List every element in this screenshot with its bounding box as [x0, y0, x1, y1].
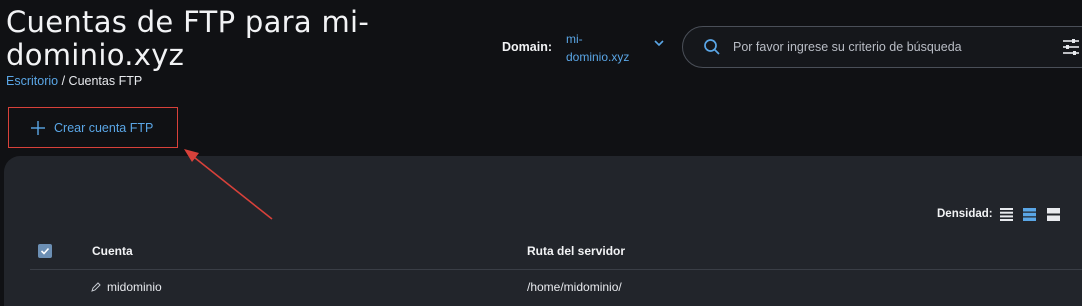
account-name: midominio	[107, 280, 162, 294]
table-divider	[30, 269, 1082, 270]
domain-label: Domain:	[502, 40, 552, 54]
breadcrumb: Escritorio / Cuentas FTP	[6, 74, 142, 88]
breadcrumb-current: Cuentas FTP	[68, 74, 143, 88]
chevron-down-icon	[654, 40, 664, 47]
search-placeholder: Por favor ingrese su criterio de búsqued…	[733, 40, 962, 54]
density-label: Densidad:	[937, 208, 993, 220]
search-icon	[704, 39, 720, 55]
create-ftp-account-button[interactable]: Crear cuenta FTP	[30, 119, 153, 137]
table-row-path: /home/midominio/	[527, 280, 622, 294]
create-ftp-account-label: Crear cuenta FTP	[54, 121, 154, 135]
breadcrumb-home-link[interactable]: Escritorio	[6, 74, 58, 88]
select-all-checkbox[interactable]	[38, 244, 52, 258]
domain-select-value: mi-dominio.xyz	[566, 32, 630, 64]
page-title: Cuentas de FTP para mi-dominio.xyz	[6, 5, 370, 72]
domain-select[interactable]: mi-dominio.xyz	[566, 30, 666, 66]
breadcrumb-separator: /	[61, 74, 66, 88]
column-header-account[interactable]: Cuenta	[92, 244, 133, 258]
filter-settings-icon[interactable]	[1062, 38, 1080, 56]
density-standard-icon[interactable]	[1023, 208, 1036, 221]
pencil-icon	[91, 282, 101, 292]
density-compact-icon[interactable]	[1000, 208, 1013, 221]
plus-icon	[31, 121, 45, 135]
table-row-account[interactable]: midominio	[91, 280, 162, 294]
search-field[interactable]: Por favor ingrese su criterio de búsqued…	[682, 26, 1082, 68]
density-comfortable-icon[interactable]	[1047, 208, 1060, 221]
check-icon	[40, 247, 50, 255]
column-header-server-path[interactable]: Ruta del servidor	[527, 244, 625, 258]
